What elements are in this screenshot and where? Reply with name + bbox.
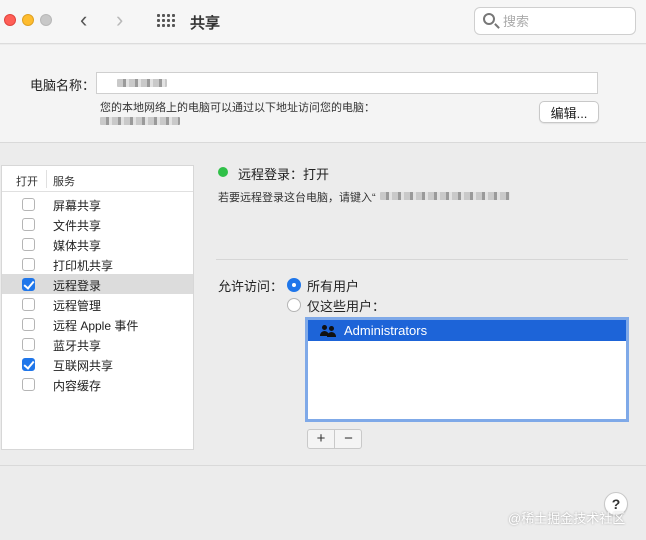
service-name: 远程登录 [53, 279, 102, 293]
service-name: 打印机共享 [53, 259, 114, 273]
remote-login-hint: 若要远程登录这台电脑，请键入“ [218, 192, 376, 204]
watermark: @稀土掘金技术社区 [508, 511, 626, 526]
close-window-button[interactable] [4, 14, 16, 26]
search-input[interactable] [503, 12, 629, 30]
service-checkbox[interactable] [22, 238, 35, 251]
search-icon [483, 13, 495, 25]
list-item[interactable]: 远程 Apple 事件 [2, 314, 193, 334]
add-user-button[interactable]: + [308, 430, 335, 448]
service-name: 媒体共享 [53, 239, 102, 253]
service-checkbox[interactable] [22, 298, 35, 311]
service-list-header: 打开 服务 [2, 166, 193, 192]
radio-all-users[interactable] [287, 278, 301, 292]
service-name: 蓝牙共享 [53, 339, 102, 353]
list-item[interactable]: 内容缓存 [2, 374, 193, 394]
status-indicator-icon [218, 167, 228, 177]
service-list: 打开 服务 屏幕共享文件共享媒体共享打印机共享远程登录远程管理远程 Apple … [1, 165, 194, 450]
group-icon [320, 325, 336, 337]
list-item[interactable]: 远程登录 [2, 274, 193, 294]
remove-user-button[interactable]: − [335, 430, 362, 448]
list-item[interactable]: 远程管理 [2, 294, 193, 314]
service-checkbox[interactable] [22, 198, 35, 211]
service-status: 远程登录：打开 [238, 167, 330, 182]
window-title: 共享 [190, 15, 221, 32]
search-field[interactable] [474, 7, 636, 35]
service-checkbox[interactable] [22, 278, 35, 291]
title-bar: ‹ › 共享 [0, 0, 646, 44]
list-item[interactable]: 屏幕共享 [2, 194, 193, 214]
service-checkbox[interactable] [22, 218, 35, 231]
computer-name-field[interactable] [96, 72, 598, 94]
divider [216, 259, 628, 260]
add-remove-controls: + − [307, 429, 362, 449]
list-item[interactable]: 文件共享 [2, 214, 193, 234]
redacted-local-address [100, 117, 180, 125]
column-divider [46, 170, 47, 188]
address-description: 您的本地网络上的电脑可以通过以下地址访问您的电脑： [100, 102, 375, 114]
service-checkbox[interactable] [22, 338, 35, 351]
column-header-open[interactable]: 打开 [16, 173, 38, 189]
radio-only-these-users-label[interactable]: 仅这些用户： [307, 296, 385, 315]
back-chevron-icon[interactable]: ‹ [80, 9, 87, 31]
service-name: 文件共享 [53, 219, 102, 233]
service-name: 屏幕共享 [53, 199, 102, 213]
service-name: 内容缓存 [53, 379, 102, 393]
service-checkbox[interactable] [22, 358, 35, 371]
radio-all-users-label[interactable]: 所有用户 [307, 276, 359, 295]
computer-name-label: 电脑名称： [30, 78, 96, 93]
redacted-ssh-address [380, 192, 510, 200]
zoom-window-button[interactable] [40, 14, 52, 26]
service-name: 远程管理 [53, 299, 102, 313]
redacted-computer-name [117, 79, 167, 87]
service-name: 远程 Apple 事件 [53, 319, 139, 333]
radio-only-these-users[interactable] [287, 298, 301, 312]
list-item[interactable]: 蓝牙共享 [2, 334, 193, 354]
minimize-window-button[interactable] [22, 14, 34, 26]
allowed-users-list[interactable]: Administrators [305, 317, 629, 422]
service-name: 互联网共享 [53, 359, 114, 373]
list-item[interactable]: 媒体共享 [2, 234, 193, 254]
list-item[interactable]: 打印机共享 [2, 254, 193, 274]
user-name: Administrators [344, 323, 428, 338]
allow-access-label: 允许访问： [218, 279, 284, 294]
divider [0, 465, 646, 466]
service-checkbox[interactable] [22, 318, 35, 331]
service-checkbox[interactable] [22, 258, 35, 271]
edit-button[interactable]: 编辑... [539, 101, 599, 123]
show-all-grid-icon[interactable] [157, 14, 175, 28]
service-checkbox[interactable] [22, 378, 35, 391]
computer-name-section: 电脑名称： 您的本地网络上的电脑可以通过以下地址访问您的电脑： 编辑... [0, 45, 646, 143]
list-item[interactable]: 互联网共享 [2, 354, 193, 374]
forward-chevron-icon[interactable]: › [116, 9, 123, 31]
list-item[interactable]: Administrators [308, 320, 626, 341]
column-header-service[interactable]: 服务 [53, 173, 75, 189]
